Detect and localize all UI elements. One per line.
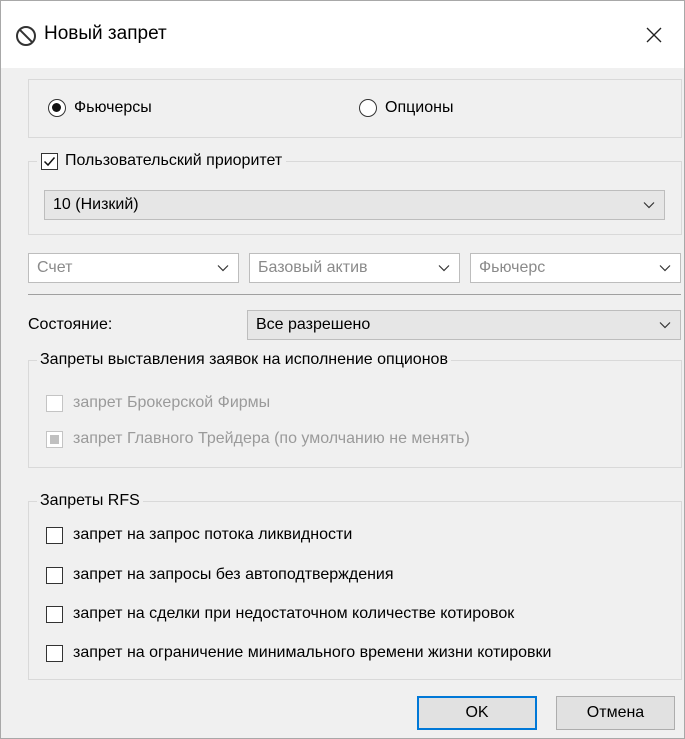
separator [28, 294, 681, 295]
priority-checkbox[interactable]: Пользовательский приоритет [37, 152, 287, 170]
radio-options-label: Опционы [385, 99, 454, 116]
main-trader-ban-checkbox[interactable]: запрет Главного Трейдера (по умолчанию н… [46, 430, 470, 448]
future-select[interactable]: Фьючерс [470, 253, 681, 283]
radio-futures-indicator [48, 99, 66, 117]
rfs-liquidity-stream-box [46, 526, 63, 544]
rfs-no-autoconfirm-label: запрет на запросы без автоподтверждения [73, 566, 394, 583]
main-trader-ban-box [46, 430, 63, 448]
checkmark-icon [43, 156, 56, 166]
title-bar: Новый запрет [1, 1, 684, 68]
state-select-value: Все разрешено [256, 316, 371, 333]
radio-options[interactable]: Опционы [359, 99, 453, 117]
rfs-insufficient-quotes-checkbox[interactable]: запрет на сделки при недостаточном колич… [46, 605, 514, 623]
indeterminate-mark [50, 434, 59, 444]
radio-options-indicator [359, 99, 377, 117]
exercise-bans-title: Запреты выставления заявок на исполнение… [37, 351, 451, 369]
radio-futures[interactable]: Фьючерсы [48, 99, 152, 117]
rfs-insufficient-quotes-label: запрет на сделки при недостаточном колич… [73, 605, 515, 622]
base-asset-select-placeholder: Базовый актив [258, 259, 368, 276]
priority-checkbox-box [41, 152, 58, 170]
rfs-min-quote-lifetime-label: запрет на ограничение минимального време… [73, 644, 552, 661]
rfs-min-quote-lifetime-box [46, 644, 63, 662]
rfs-no-autoconfirm-box [46, 566, 63, 584]
rfs-min-quote-lifetime-checkbox[interactable]: запрет на ограничение минимального време… [46, 644, 551, 662]
state-select[interactable]: Все разрешено [247, 310, 681, 340]
priority-select-value: 10 (Низкий) [53, 196, 139, 213]
chevron-down-icon [659, 322, 671, 329]
ok-button[interactable]: OK [417, 696, 537, 730]
chevron-down-icon [438, 265, 450, 272]
exercise-bans-group [28, 360, 682, 468]
close-icon [646, 27, 662, 42]
broker-firm-ban-label: запрет Брокерской Фирмы [73, 394, 271, 411]
cancel-button[interactable]: Отмена [556, 696, 675, 730]
broker-firm-ban-box [46, 394, 63, 412]
rfs-bans-title: Запреты RFS [37, 492, 143, 510]
radio-futures-label: Фьючерсы [74, 99, 152, 116]
priority-select[interactable]: 10 (Низкий) [44, 190, 665, 220]
rfs-insufficient-quotes-box [46, 605, 63, 623]
broker-firm-ban-checkbox[interactable]: запрет Брокерской Фирмы [46, 394, 270, 412]
chevron-down-icon [659, 265, 671, 272]
main-trader-ban-label: запрет Главного Трейдера (по умолчанию н… [73, 430, 470, 447]
close-button[interactable] [624, 1, 684, 68]
ok-button-label: OK [465, 704, 489, 721]
dialog-window: Новый запрет Фьючерсы Опционы Пользовате… [0, 0, 685, 739]
priority-checkbox-label: Пользовательский приоритет [65, 152, 283, 169]
state-label: Состояние: [28, 316, 113, 333]
chevron-down-icon [217, 265, 229, 272]
future-select-placeholder: Фьючерс [479, 259, 546, 276]
prohibited-icon [16, 26, 36, 46]
base-asset-select[interactable]: Базовый актив [249, 253, 460, 283]
window-title: Новый запрет [44, 23, 167, 44]
rfs-no-autoconfirm-checkbox[interactable]: запрет на запросы без автоподтверждения [46, 566, 394, 584]
cancel-button-label: Отмена [586, 704, 645, 721]
rfs-liquidity-stream-checkbox[interactable]: запрет на запрос потока ликвидности [46, 526, 352, 544]
chevron-down-icon [643, 202, 655, 209]
account-select[interactable]: Счет [28, 253, 239, 283]
account-select-placeholder: Счет [37, 259, 73, 276]
rfs-liquidity-stream-label: запрет на запрос потока ликвидности [73, 526, 353, 543]
